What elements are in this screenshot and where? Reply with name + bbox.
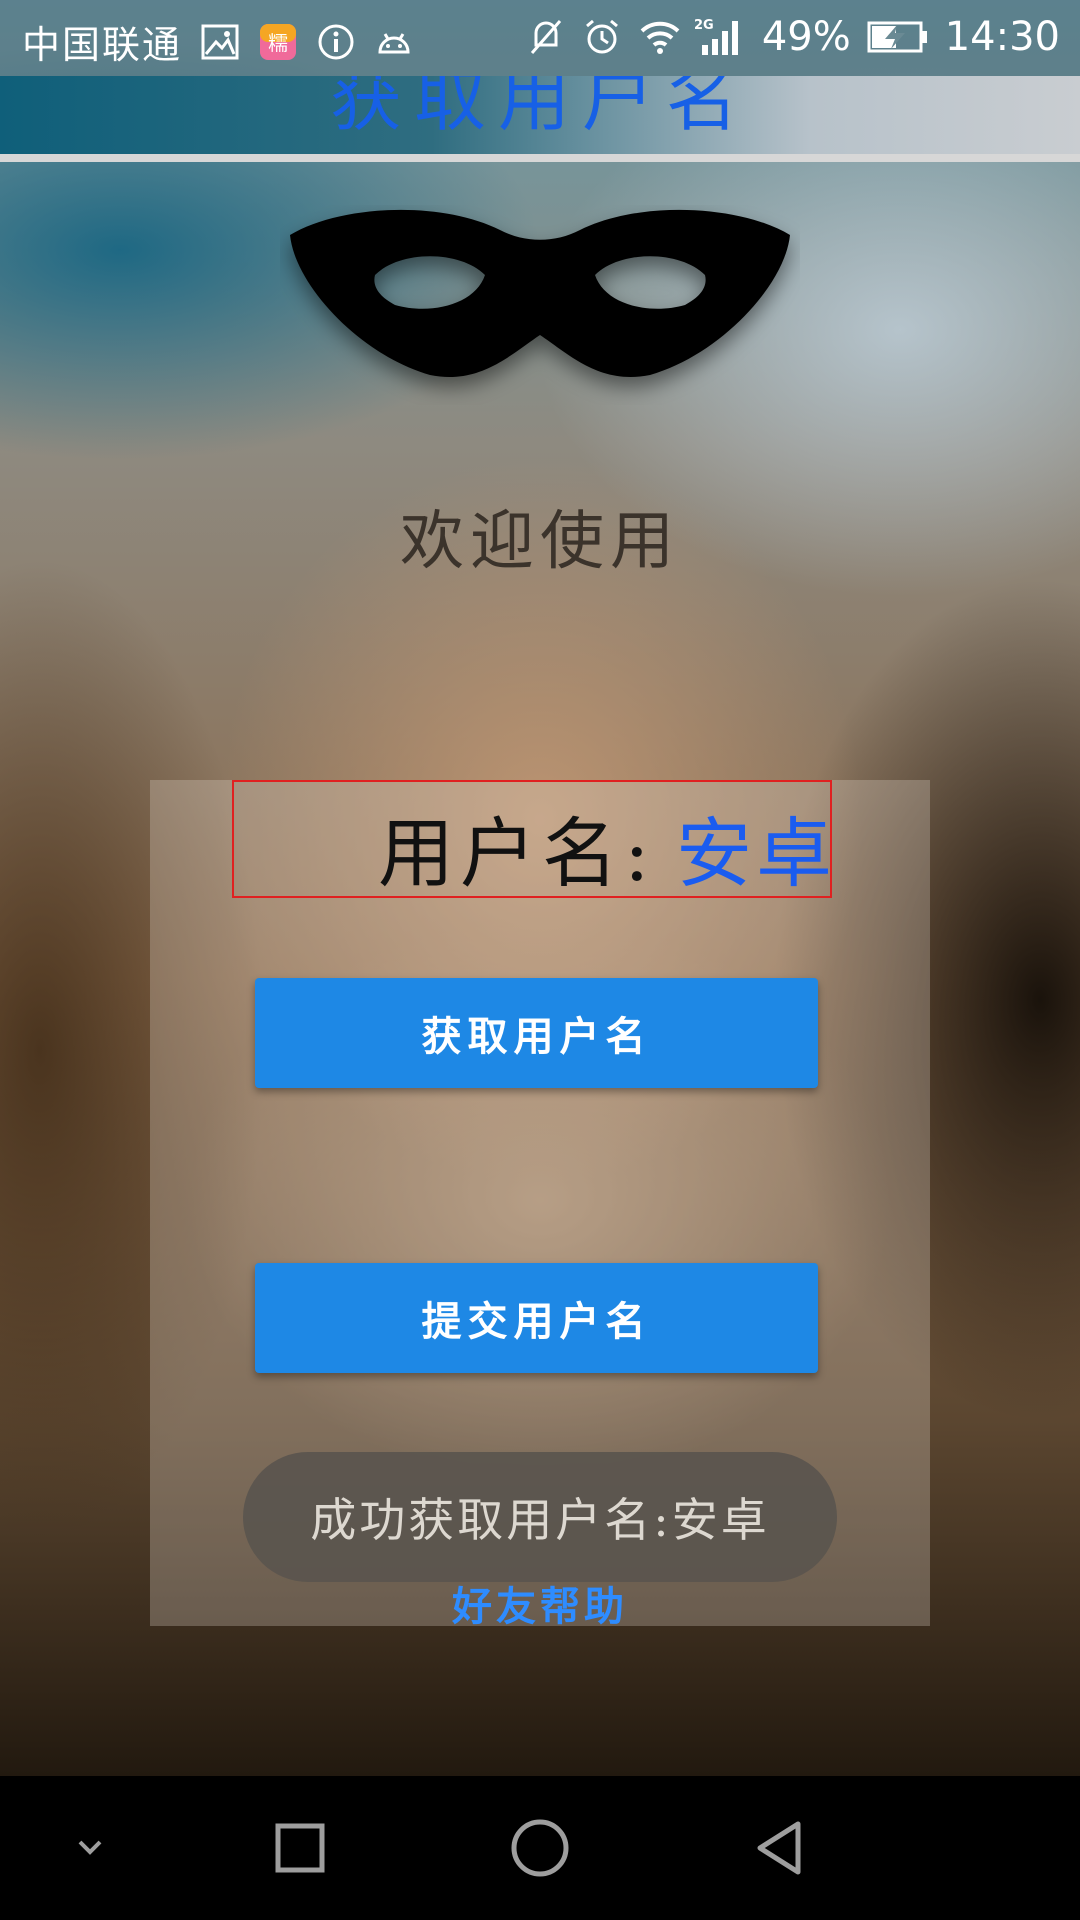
- title-bar: 获取用户名: [0, 76, 1080, 154]
- recents-icon[interactable]: [230, 1776, 370, 1920]
- submit-username-button[interactable]: 提交用户名: [255, 1263, 818, 1373]
- alarm-icon: [582, 17, 622, 57]
- gallery-icon: [200, 22, 240, 62]
- navigation-bar: [0, 1776, 1080, 1920]
- home-icon[interactable]: [470, 1776, 610, 1920]
- clock: 14:30: [944, 14, 1060, 60]
- username-value: 安卓: [676, 809, 836, 898]
- carrier-name: 中国联通: [22, 23, 183, 67]
- battery-charging-icon: [867, 17, 929, 57]
- friend-help-link[interactable]: 好友帮助: [0, 1574, 1080, 1632]
- toast-message: 成功获取用户名:安卓: [243, 1452, 837, 1582]
- info-icon: [316, 22, 356, 62]
- mute-icon: [526, 17, 566, 57]
- mask-icon: [290, 209, 790, 377]
- get-username-button[interactable]: 获取用户名: [255, 978, 818, 1088]
- status-bar: 中国联通 糯 2G 49% 14:30: [0, 0, 1080, 76]
- username-label: 用户名:: [378, 809, 656, 898]
- wifi-icon: [638, 17, 680, 57]
- network-badge: 2G: [694, 18, 714, 33]
- back-icon[interactable]: [710, 1776, 850, 1920]
- signal-icon: 2G: [694, 17, 746, 57]
- app-icon-text: 糯: [268, 31, 288, 55]
- battery-percent: 49%: [761, 14, 851, 60]
- app-icon: 糯: [258, 22, 298, 62]
- hide-keyboard-icon[interactable]: [20, 1776, 160, 1920]
- welcome-text: 欢迎使用: [400, 505, 680, 579]
- page-title: 获取用户名: [329, 76, 750, 141]
- title-divider: [0, 154, 1080, 162]
- android-icon: [374, 22, 414, 62]
